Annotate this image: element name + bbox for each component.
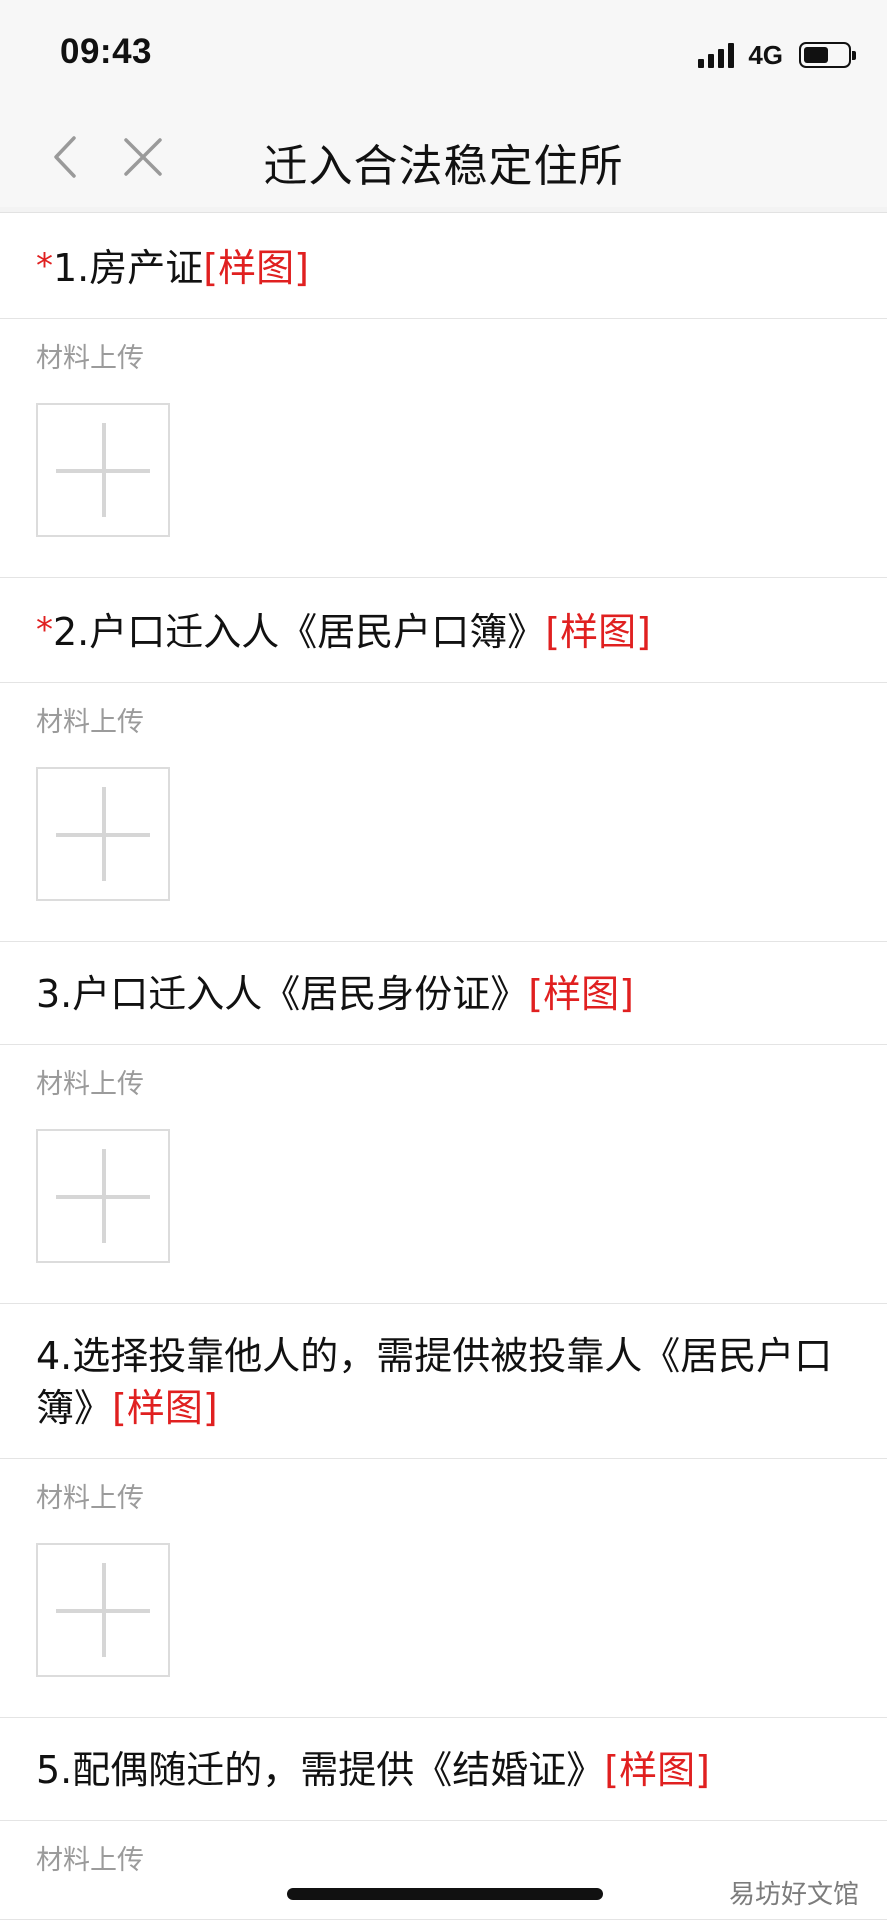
material-section-2: *2.户口迁入人《居民户口簿》[样图] 材料上传 (0, 578, 887, 942)
material-section-1: *1.房产证[样图] 材料上传 (0, 214, 887, 578)
section-title-text: 3.户口迁入人《居民身份证》 (36, 972, 529, 1016)
upload-button[interactable] (36, 1543, 170, 1677)
section-title: 3.户口迁入人《居民身份证》[样图] (0, 942, 887, 1045)
material-section-3: 3.户口迁入人《居民身份证》[样图] 材料上传 (0, 942, 887, 1304)
upload-label: 材料上传 (36, 707, 144, 738)
upload-label: 材料上传 (36, 343, 144, 374)
required-mark: * (36, 246, 53, 286)
upload-button[interactable] (36, 767, 170, 901)
signal-icon (698, 42, 735, 68)
sample-link[interactable]: [样图] (203, 246, 309, 290)
watermark: 易坊好文馆 (728, 1880, 859, 1910)
section-title: 5.配偶随迁的，需提供《结婚证》[样图] (0, 1718, 887, 1821)
upload-label: 材料上传 (36, 1069, 144, 1100)
upload-button[interactable] (36, 1129, 170, 1263)
sample-link[interactable]: [样图] (112, 1386, 218, 1430)
upload-area: 材料上传 (0, 319, 887, 578)
battery-icon (799, 42, 856, 68)
upload-label: 材料上传 (36, 1483, 144, 1514)
section-title-text: 1.房产证 (53, 246, 204, 290)
required-mark: * (36, 610, 53, 650)
status-bar: 09:43 4G (0, 0, 887, 108)
upload-button[interactable] (36, 403, 170, 537)
section-title: 4.选择投靠他人的，需提供被投靠人《居民户口簿》[样图] (0, 1304, 887, 1459)
section-title: *1.房产证[样图] (0, 214, 887, 319)
upload-area: 材料上传 (0, 1459, 887, 1718)
sample-link[interactable]: [样图] (604, 1748, 710, 1792)
section-title-text: 5.配偶随迁的，需提供《结婚证》 (36, 1748, 605, 1792)
nav-bar: 迁入合法稳定住所 (0, 108, 887, 213)
page-title: 迁入合法稳定住所 (263, 141, 624, 192)
materials-list: *1.房产证[样图] 材料上传 *2.户口迁入人《居民户口簿》[样图] 材料上传… (0, 214, 887, 1920)
home-indicator[interactable] (287, 1888, 603, 1900)
section-title: *2.户口迁入人《居民户口簿》[样图] (0, 578, 887, 683)
section-title-text: 2.户口迁入人《居民户口簿》 (53, 610, 546, 654)
status-indicators: 4G (698, 38, 856, 72)
network-type: 4G (748, 39, 783, 70)
status-time: 09:43 (60, 32, 153, 71)
upload-area: 材料上传 (0, 1045, 887, 1304)
upload-area: 材料上传 (0, 683, 887, 942)
sample-link[interactable]: [样图] (528, 972, 634, 1016)
sample-link[interactable]: [样图] (545, 610, 651, 654)
material-section-4: 4.选择投靠他人的，需提供被投靠人《居民户口簿》[样图] 材料上传 (0, 1304, 887, 1718)
